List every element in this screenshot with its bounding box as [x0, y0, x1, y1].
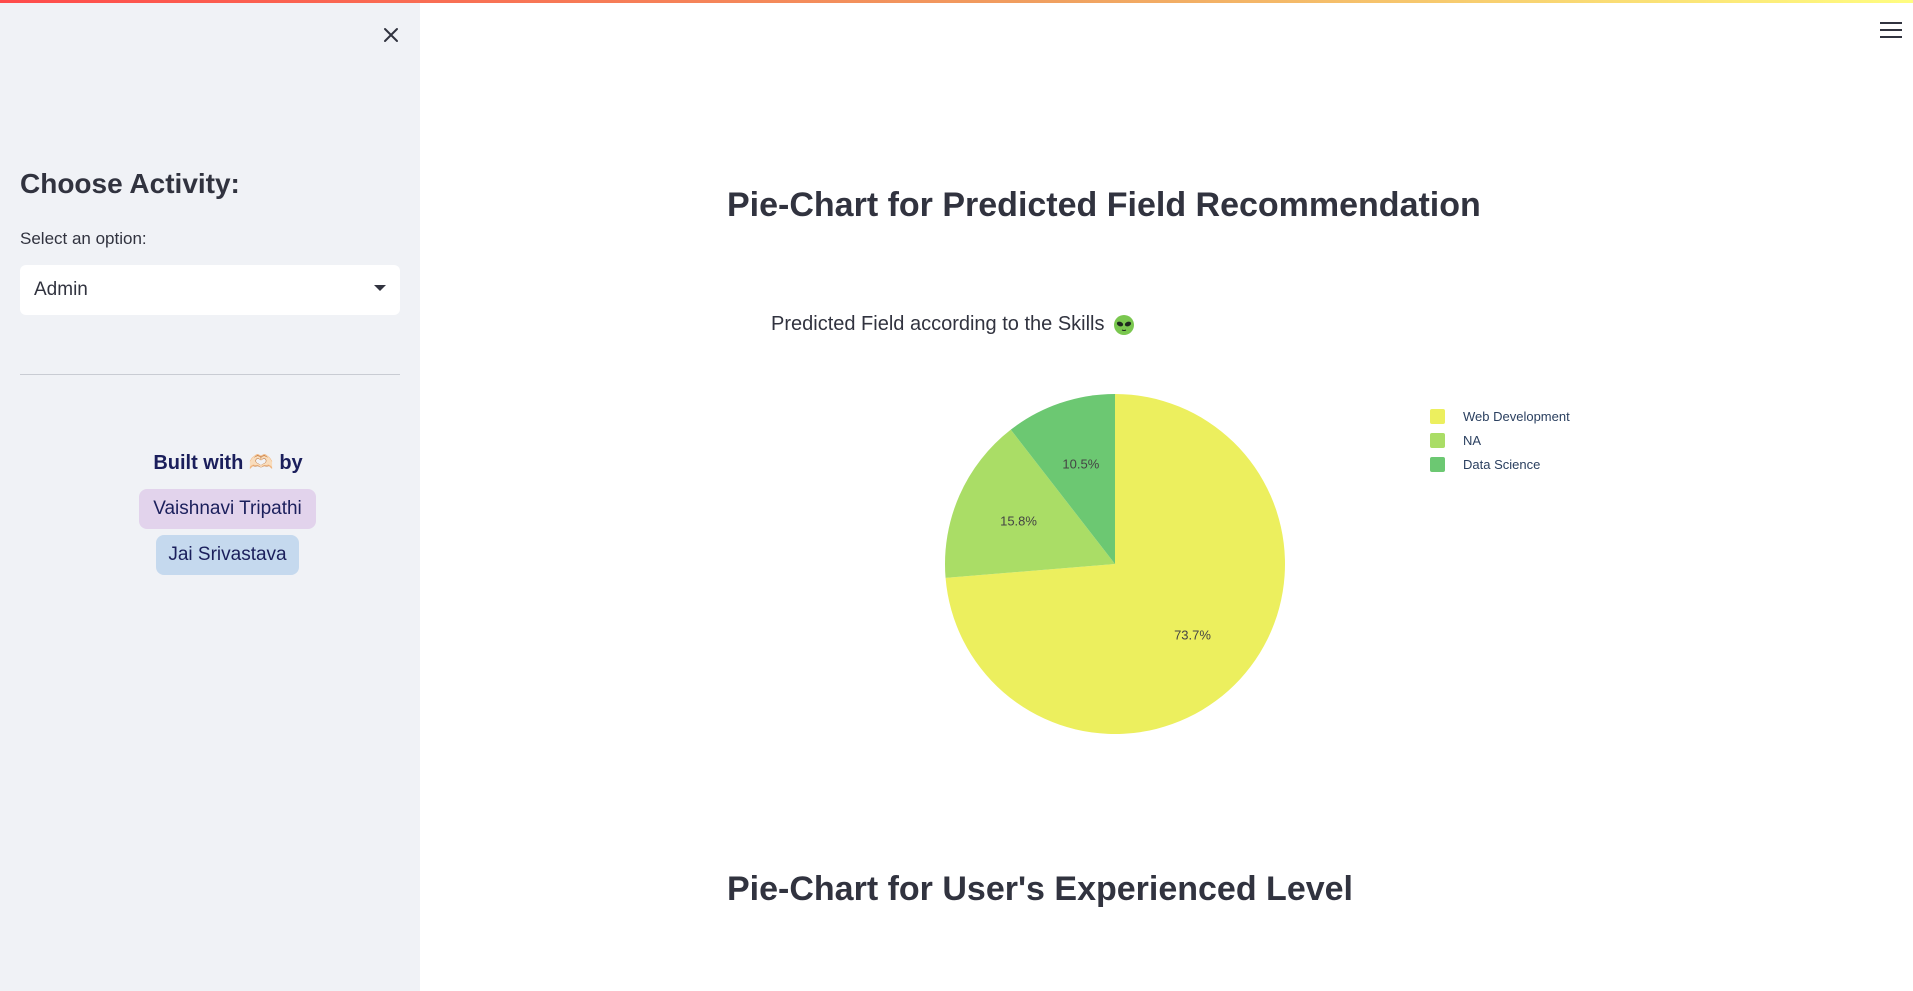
close-icon	[384, 28, 398, 42]
activity-select[interactable]: Admin	[20, 265, 400, 315]
legend-label: Web Development	[1463, 408, 1570, 424]
pie-slice-label: 15.8%	[1000, 514, 1037, 529]
legend-swatch	[1430, 408, 1445, 424]
legend-item[interactable]: Data Science	[1430, 452, 1570, 476]
pie-slice-label: 10.5%	[1062, 456, 1099, 471]
built-with-suffix: by	[279, 452, 303, 474]
select-label: Select an option:	[20, 229, 147, 248]
chart-title: Predicted Field according to the Skills	[771, 313, 1135, 336]
close-sidebar-button[interactable]	[376, 20, 406, 50]
chart-legend: Web Development NA Data Science	[1430, 404, 1570, 476]
author-chip[interactable]: Vaishnavi Tripathi	[139, 489, 316, 529]
legend-item[interactable]: Web Development	[1430, 404, 1570, 428]
hamburger-menu-icon[interactable]	[1880, 22, 1902, 40]
built-with-credit: Built with 🫶🏻 by	[0, 450, 456, 475]
chart-title-text: Predicted Field according to the Skills	[771, 313, 1105, 335]
pie-slice-label: 73.7%	[1174, 627, 1211, 642]
chevron-down-icon	[374, 285, 386, 291]
heart-hands-icon: 🫶🏻	[248, 452, 274, 474]
legend-swatch	[1430, 456, 1445, 472]
sidebar-heading: Choose Activity:	[20, 168, 240, 199]
second-chart-title: Pie-Chart for User's Experienced Level	[727, 870, 1353, 908]
sidebar: Choose Activity: Select an option: Admin…	[0, 0, 420, 991]
activity-select-value: Admin	[34, 279, 88, 300]
top-decoration-bar	[0, 0, 1913, 3]
page-title: Pie-Chart for Predicted Field Recommenda…	[727, 186, 1481, 224]
built-with-prefix: Built with	[153, 452, 244, 474]
sidebar-divider	[20, 374, 400, 375]
legend-label: Data Science	[1463, 456, 1541, 472]
author-chip[interactable]: Jai Srivastava	[156, 535, 299, 575]
legend-label: NA	[1463, 432, 1482, 448]
alien-face-icon	[1113, 314, 1134, 335]
pie-chart: 73.7% 15.8% 10.5%	[945, 394, 1285, 734]
legend-item[interactable]: NA	[1430, 428, 1570, 452]
legend-swatch	[1430, 432, 1445, 448]
